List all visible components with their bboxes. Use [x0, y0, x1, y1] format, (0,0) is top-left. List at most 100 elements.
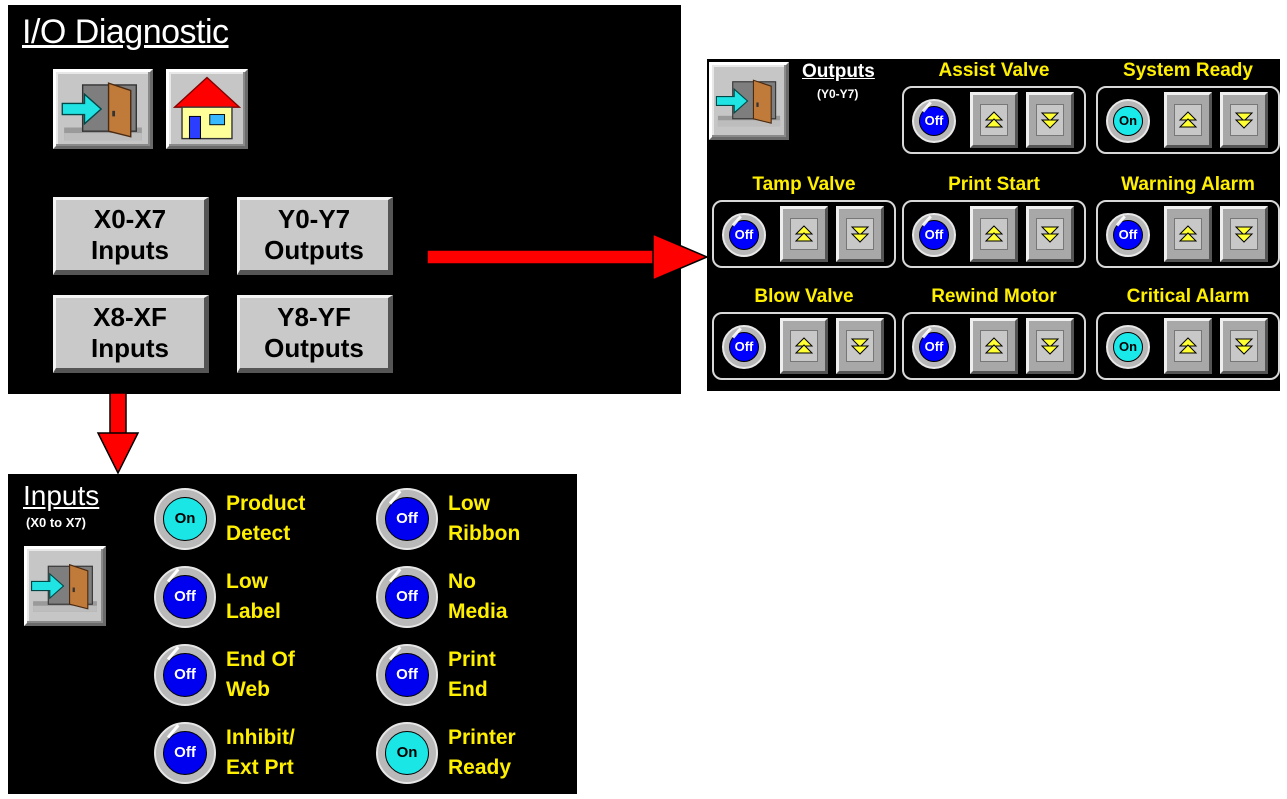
input-label-line1: Low	[448, 492, 490, 515]
nav-label-line2: Outputs	[264, 333, 364, 363]
output-on-button[interactable]	[780, 206, 828, 262]
output-off-button[interactable]	[1220, 92, 1268, 148]
output-on-button-face	[980, 218, 1008, 250]
output-state-indicator: Off	[912, 213, 956, 257]
x8-xf-inputs-button[interactable]: X8-XF Inputs	[53, 295, 209, 373]
output-off-button-face	[846, 218, 874, 250]
inputs-subtitle: (X0 to X7)	[26, 515, 86, 530]
output-on-button-face	[1174, 104, 1202, 136]
input-label: Inhibit/Ext Prt	[226, 723, 376, 783]
double-down-arrow-icon	[1040, 112, 1060, 129]
input-label-line2: End	[448, 678, 488, 701]
exit-door-icon	[61, 82, 142, 141]
input-label-line1: Product	[226, 492, 306, 515]
output-off-button-face	[1230, 330, 1258, 362]
page-title: I/O Diagnostic	[22, 13, 229, 51]
output-off-button[interactable]	[1220, 318, 1268, 374]
output-off-button-face	[1036, 104, 1064, 136]
input-label: Print End	[448, 645, 598, 705]
input-label-line1: Print	[448, 648, 496, 671]
output-control: Off	[902, 200, 1086, 268]
home-icon	[172, 76, 242, 140]
input-label-line1: No	[448, 570, 476, 593]
input-label-line1: Printer	[448, 726, 516, 749]
y0-y7-outputs-button[interactable]: Y0-Y7 Outputs	[237, 197, 393, 275]
outputs-panel: Outputs (Y0-Y7) Assist Valve Off System Re…	[707, 59, 1280, 391]
output-state-indicator: Off	[1106, 213, 1150, 257]
output-on-button-face	[1174, 218, 1202, 250]
output-label: Assist Valve	[938, 60, 1050, 81]
input-label: Product Detect	[226, 489, 376, 549]
home-button[interactable]	[166, 69, 248, 149]
output-control: Off	[902, 86, 1086, 154]
x0-x7-inputs-button[interactable]: X0-X7 Inputs	[53, 197, 209, 275]
output-off-button[interactable]	[1220, 206, 1268, 262]
output-on-button[interactable]	[1164, 92, 1212, 148]
input-label-line1: End Of	[226, 648, 295, 671]
input-label-line2: Web	[226, 678, 270, 701]
nav-label-line1: Y8-YF	[277, 302, 351, 332]
output-on-button-face	[980, 330, 1008, 362]
output-on-button[interactable]	[970, 92, 1018, 148]
output-state-indicator: Off	[912, 99, 956, 143]
output-off-button[interactable]	[1026, 92, 1074, 148]
double-up-arrow-icon	[1178, 111, 1198, 128]
input-state-indicator: Off	[376, 644, 438, 706]
output-on-button[interactable]	[780, 318, 828, 374]
output-state-indicator: Off	[722, 213, 766, 257]
output-control: Off	[1096, 200, 1280, 268]
input-state-indicator: Off	[154, 644, 216, 706]
double-down-arrow-icon	[1234, 112, 1254, 129]
outputs-title: Outputs	[802, 61, 875, 82]
output-off-button-face	[1036, 330, 1064, 362]
output-label: Blow Valve	[754, 286, 854, 307]
input-label-line1: Low	[226, 570, 268, 593]
double-up-arrow-icon	[984, 111, 1004, 128]
output-on-button[interactable]	[970, 318, 1018, 374]
input-label: End Of Web	[226, 645, 376, 705]
output-label: Print Start	[948, 174, 1040, 195]
output-off-button-face	[1230, 218, 1258, 250]
output-off-button[interactable]	[1026, 318, 1074, 374]
output-label: System Ready	[1123, 60, 1253, 81]
input-state-text: On	[163, 497, 207, 541]
input-state-indicator: Off	[376, 566, 438, 628]
input-label-line2: Detect	[226, 522, 291, 545]
double-down-arrow-icon	[850, 338, 870, 355]
output-on-button[interactable]	[1164, 318, 1212, 374]
input-label: No Media	[448, 567, 598, 627]
input-state-text: On	[385, 731, 429, 775]
double-down-arrow-icon	[1040, 226, 1060, 243]
output-off-button[interactable]	[1026, 206, 1074, 262]
inputs-exit-button[interactable]	[24, 546, 106, 626]
input-state-indicator: On	[154, 488, 216, 550]
double-down-arrow-icon	[1234, 226, 1254, 243]
exit-button[interactable]	[53, 69, 153, 149]
output-label: Critical Alarm	[1126, 286, 1250, 307]
inputs-panel: Inputs (X0 to X7) On Product Detect Off Low R…	[8, 474, 577, 794]
exit-door-icon	[30, 563, 97, 612]
output-state-indicator: Off	[912, 325, 956, 369]
arrow-down-icon	[96, 392, 140, 475]
output-off-button-face	[1230, 104, 1258, 136]
io-diagnostic-panel: I/O Diagnostic X0-X7 Inputs Y0-Y7 Output…	[8, 5, 681, 394]
output-off-button-face	[1036, 218, 1064, 250]
output-off-button[interactable]	[836, 318, 884, 374]
double-down-arrow-icon	[1234, 338, 1254, 355]
double-down-arrow-icon	[1040, 338, 1060, 355]
inputs-title: Inputs	[23, 480, 100, 511]
arrow-right-icon	[426, 232, 709, 282]
output-label: Warning Alarm	[1121, 174, 1255, 195]
output-label: Rewind Motor	[931, 286, 1057, 307]
output-on-button[interactable]	[1164, 206, 1212, 262]
output-off-button[interactable]	[836, 206, 884, 262]
outputs-exit-button[interactable]	[709, 62, 789, 140]
input-label-line2: Ribbon	[448, 522, 521, 545]
output-on-button[interactable]	[970, 206, 1018, 262]
input-state-indicator: On	[376, 722, 438, 784]
double-down-arrow-icon	[850, 226, 870, 243]
output-control: Off	[712, 200, 896, 268]
input-label: Low Label	[226, 567, 376, 627]
y8-yf-outputs-button[interactable]: Y8-YF Outputs	[237, 295, 393, 373]
output-state-indicator: On	[1106, 325, 1150, 369]
